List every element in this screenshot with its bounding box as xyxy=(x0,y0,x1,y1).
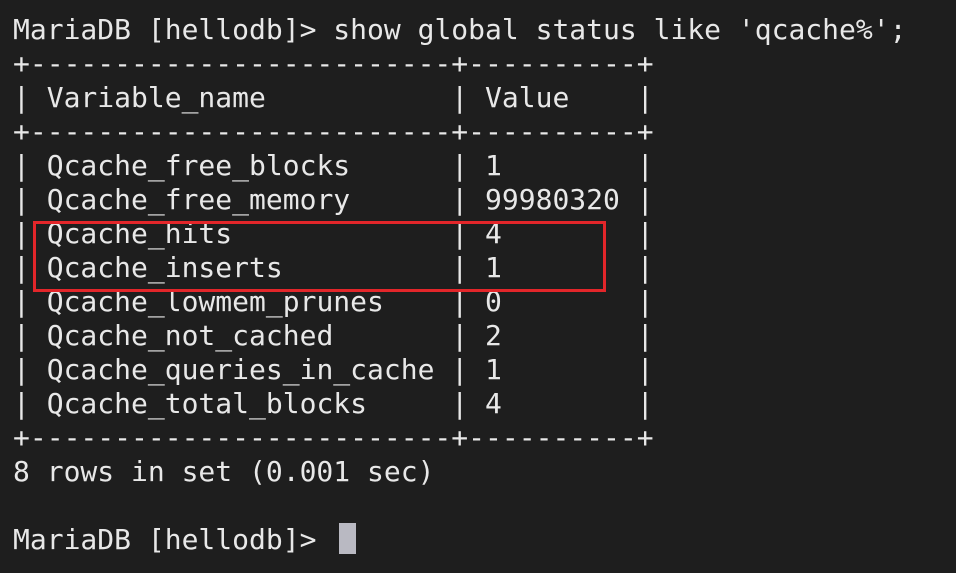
column-header-variable-name: Variable_name xyxy=(46,81,266,114)
variable-name-cell: Qcache_total_blocks xyxy=(46,387,368,420)
value-cell: 1 xyxy=(485,149,502,182)
table-row: | Qcache_queries_in_cache | 1 | xyxy=(13,353,654,386)
variable-name-cell: Qcache_not_cached xyxy=(46,319,334,352)
value-cell: 1 xyxy=(485,353,502,386)
variable-name-cell: Qcache_lowmem_prunes xyxy=(46,285,384,318)
value-cell: 0 xyxy=(485,285,502,318)
prompt: MariaDB [hellodb]> xyxy=(13,13,334,46)
table-row: | Qcache_free_memory | 99980320 | xyxy=(13,183,654,216)
table-header-row: | Variable_name | Value | xyxy=(13,81,654,114)
value-cell: 99980320 xyxy=(485,183,620,216)
table-row: | Qcache_hits | 4 | xyxy=(13,217,654,250)
variable-name-cell: Qcache_hits xyxy=(46,217,233,250)
table-row: | Qcache_total_blocks | 4 | xyxy=(13,387,654,420)
command-text: show global status like 'qcache%'; xyxy=(333,13,907,46)
table-border-header: +-------------------------+----------+ xyxy=(13,115,654,148)
table-row: | Qcache_free_blocks | 1 | xyxy=(13,149,654,182)
column-header-value: Value xyxy=(485,81,570,114)
value-cell: 4 xyxy=(485,217,502,250)
table-border-top: +-------------------------+----------+ xyxy=(13,47,654,80)
variable-name-cell: Qcache_free_blocks xyxy=(46,149,351,182)
table-border-bottom: +-------------------------+----------+ xyxy=(13,421,654,454)
terminal-output[interactable]: MariaDB [hellodb]> show global status li… xyxy=(13,13,948,557)
table-row: | Qcache_lowmem_prunes | 0 | xyxy=(13,285,654,318)
terminal-cursor-icon xyxy=(339,523,357,554)
result-summary: 8 rows in set (0.001 sec) xyxy=(13,455,435,488)
table-row: | Qcache_inserts | 1 | xyxy=(13,251,654,284)
final-prompt: MariaDB [hellodb]> xyxy=(13,523,334,556)
command-line: MariaDB [hellodb]> show global status li… xyxy=(13,13,948,47)
value-cell: 1 xyxy=(485,251,502,284)
value-cell: 4 xyxy=(485,387,502,420)
table-row: | Qcache_not_cached | 2 | xyxy=(13,319,654,352)
variable-name-cell: Qcache_queries_in_cache xyxy=(46,353,435,386)
variable-name-cell: Qcache_free_memory xyxy=(46,183,351,216)
value-cell: 2 xyxy=(485,319,502,352)
variable-name-cell: Qcache_inserts xyxy=(46,251,283,284)
input-line[interactable]: MariaDB [hellodb]> xyxy=(13,523,948,557)
